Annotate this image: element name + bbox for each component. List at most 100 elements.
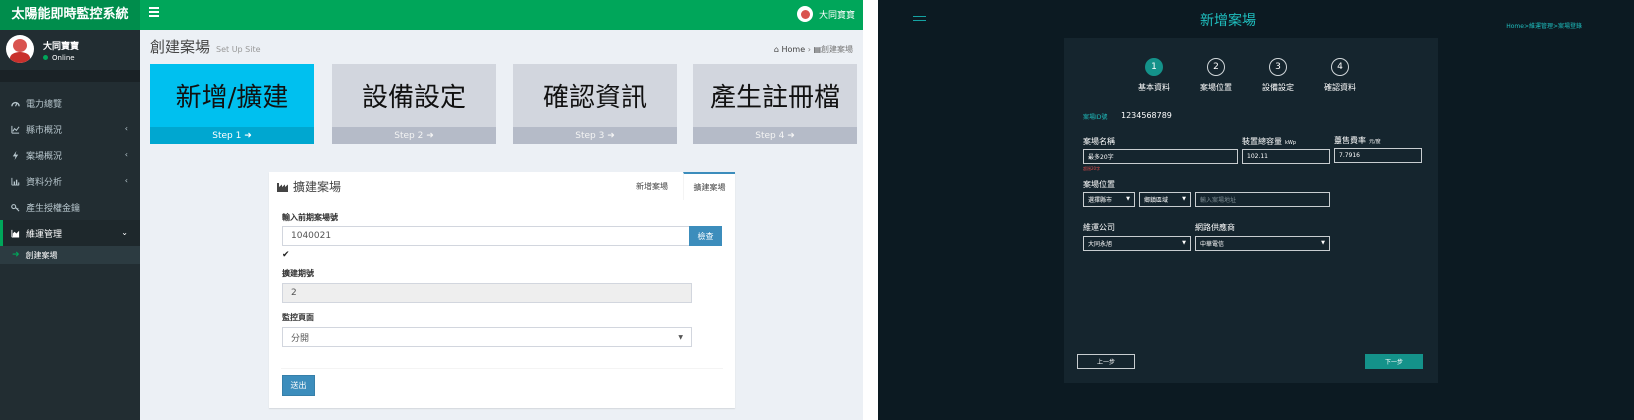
rate-input[interactable]: 7.7916 bbox=[1334, 148, 1422, 163]
step-box-3[interactable]: 確認資訊 Step 3 ➜ bbox=[513, 64, 677, 144]
step-indicator-3[interactable]: 3 設備設定 bbox=[1248, 58, 1308, 93]
maint-select-value: 大同永旭 bbox=[1088, 241, 1113, 248]
step-title: 確認資訊 bbox=[513, 64, 677, 127]
user-menu-name: 大同寶寶 bbox=[818, 10, 855, 21]
line-chart-icon bbox=[11, 125, 20, 134]
brand-logo[interactable]: 太陽能即時監控系統 bbox=[0, 0, 140, 30]
page-title: 新增案場 bbox=[1200, 13, 1256, 29]
page-subtitle: Set Up Site bbox=[216, 45, 261, 54]
step-footer: Step 4 ➜ bbox=[693, 127, 857, 144]
capacity-label-text: 裝置總容量 bbox=[1242, 137, 1282, 146]
rate-label: 躉售費率 元/度 bbox=[1334, 135, 1381, 146]
capacity-unit: kWp bbox=[1285, 140, 1297, 146]
home-icon: ⌂ bbox=[773, 45, 779, 54]
chevron-left-icon: ‹ bbox=[124, 124, 128, 133]
isp-select[interactable]: 中華電信 ▼ bbox=[1195, 236, 1330, 251]
sidebar-subitem-create-site[interactable]: ➜ 創建案場 bbox=[0, 246, 140, 264]
step-footer: Step 1 ➜ bbox=[150, 127, 314, 144]
sidebar-item-label: 維運管理 bbox=[26, 229, 63, 240]
sidebar-subitem-label: 創建案場 bbox=[25, 250, 58, 260]
capacity-label: 裝置總容量 kWp bbox=[1242, 136, 1296, 147]
step-label: 確認資料 bbox=[1324, 83, 1356, 92]
caret-down-icon: ▼ bbox=[1321, 240, 1325, 246]
step-circle: 1 bbox=[1145, 58, 1163, 76]
tab-expand-site[interactable]: 擴建案場 bbox=[683, 172, 735, 200]
step-label: 案場位置 bbox=[1200, 83, 1232, 92]
sidebar-item-maintenance[interactable]: 維運管理 ⌄ bbox=[0, 220, 140, 246]
county-select[interactable]: 選擇縣市 ▼ bbox=[1083, 192, 1135, 207]
sidebar-item-label: 產生授權金鑰 bbox=[26, 203, 81, 214]
monitor-select[interactable]: 分開 ▼ bbox=[282, 327, 692, 347]
prev-step-button[interactable]: 上一步 bbox=[1077, 354, 1135, 369]
capacity-input[interactable]: 102.11 bbox=[1242, 149, 1330, 164]
breadcrumb-current: 創建案場 bbox=[821, 45, 853, 54]
admin-screen: 太陽能即時監控系統 大同寶寶 大同寶寶 Online 電力總覽 縣市概況 ‹ 案… bbox=[0, 0, 863, 420]
rate-unit: 元/度 bbox=[1369, 139, 1381, 145]
breadcrumb: ⌂ Home › ▤創建案場 bbox=[774, 44, 853, 55]
maint-label: 維運公司 bbox=[1083, 223, 1115, 232]
phase-input[interactable]: 2 bbox=[282, 283, 692, 303]
tab-new-site[interactable]: 新增案場 bbox=[621, 172, 683, 200]
user-panel-name: 大同寶寶 bbox=[43, 42, 80, 52]
dark-screen: 新增案場 Home>維運管理>案場登錄 1 基本資料 2 案場位置 3 設備設定… bbox=[878, 0, 1634, 420]
location-label: 案場位置 bbox=[1083, 180, 1115, 189]
panel-title: 擴建案場 bbox=[276, 178, 341, 195]
online-status-text: Online bbox=[52, 54, 75, 62]
top-navbar: 太陽能即時監控系統 大同寶寶 bbox=[0, 0, 863, 30]
divider bbox=[281, 368, 723, 369]
phase-label: 擴建期號 bbox=[282, 269, 314, 278]
online-status: Online bbox=[43, 54, 75, 62]
page-title: 創建案場 Set Up Site bbox=[150, 36, 261, 57]
step-box-2[interactable]: 設備設定 Step 2 ➜ bbox=[332, 64, 496, 144]
sidebar-item-county-overview[interactable]: 縣市概況 ‹ bbox=[0, 116, 140, 142]
sidebar-item-site-overview[interactable]: 案場概況 ‹ bbox=[0, 142, 140, 168]
maint-select[interactable]: 大同永旭 ▼ bbox=[1083, 236, 1191, 251]
chevron-left-icon: ‹ bbox=[124, 176, 128, 185]
breadcrumb[interactable]: Home>維運管理>案場登錄 bbox=[1506, 21, 1582, 30]
step-title: 設備設定 bbox=[332, 64, 496, 127]
sidebar-item-label: 資料分析 bbox=[26, 177, 63, 188]
caret-down-icon: ▼ bbox=[678, 334, 683, 341]
site-id-value: 1234568789 bbox=[1121, 111, 1172, 120]
step-label: 基本資料 bbox=[1138, 83, 1170, 92]
check-button[interactable]: 檢查 bbox=[689, 226, 722, 246]
rate-label-text: 躉售費率 bbox=[1334, 136, 1366, 145]
step-title: 新增/擴建 bbox=[150, 64, 314, 127]
sidebar-item-power-overview[interactable]: 電力總覽 bbox=[0, 90, 140, 116]
panel-title-text: 擴建案場 bbox=[293, 180, 342, 194]
step-footer: Step 3 ➜ bbox=[513, 127, 677, 144]
prev-site-input[interactable]: 1040021 bbox=[282, 226, 692, 246]
sidebar-item-label: 電力總覽 bbox=[26, 99, 63, 110]
district-select[interactable]: 鄉鎮區域 ▼ bbox=[1139, 192, 1191, 207]
step-indicator-4[interactable]: 4 確認資料 bbox=[1310, 58, 1370, 93]
site-name-input[interactable]: 最多20字 bbox=[1083, 149, 1238, 164]
submit-button[interactable]: 送出 bbox=[282, 375, 315, 396]
county-select-value: 選擇縣市 bbox=[1088, 197, 1113, 204]
sidebar-item-data-analysis[interactable]: 資料分析 ‹ bbox=[0, 168, 140, 194]
step-indicator-2[interactable]: 2 案場位置 bbox=[1186, 58, 1246, 93]
next-step-button[interactable]: 下一步 bbox=[1365, 354, 1423, 369]
user-menu[interactable]: 大同寶寶 bbox=[796, 6, 855, 22]
step-circle: 2 bbox=[1207, 58, 1225, 76]
sidebar: 大同寶寶 Online 電力總覽 縣市概況 ‹ 案場概況 ‹ 資料分析 ‹ 產生… bbox=[0, 30, 140, 420]
sidebar-divider bbox=[0, 70, 140, 82]
site-name-error: 超過20字 bbox=[1083, 166, 1101, 171]
expand-site-panel: 擴建案場 新增案場 擴建案場 輸入前期案場號 1040021 檢查 ✔ 擴建期號… bbox=[269, 172, 735, 408]
district-select-value: 鄉鎮區域 bbox=[1144, 197, 1169, 204]
caret-down-icon: ▼ bbox=[1182, 196, 1186, 202]
isp-select-value: 中華電信 bbox=[1200, 241, 1225, 248]
step-title: 產生註冊檔 bbox=[693, 64, 857, 127]
step-box-1[interactable]: 新增/擴建 Step 1 ➜ bbox=[150, 64, 314, 144]
sidebar-toggle-icon[interactable] bbox=[149, 7, 159, 17]
address-input[interactable]: 輸入案場地址 bbox=[1195, 192, 1330, 207]
key-icon bbox=[11, 203, 20, 211]
step-indicator-1[interactable]: 1 基本資料 bbox=[1124, 58, 1184, 93]
sidebar-item-license-key[interactable]: 產生授權金鑰 bbox=[0, 194, 140, 220]
caret-down-icon: ▼ bbox=[1182, 240, 1186, 246]
breadcrumb-home[interactable]: Home bbox=[782, 45, 806, 54]
factory-icon bbox=[277, 182, 288, 192]
step-box-4[interactable]: 產生註冊檔 Step 4 ➜ bbox=[693, 64, 857, 144]
isp-label: 網路供應商 bbox=[1195, 223, 1235, 232]
site-name-label: 案場名稱 bbox=[1083, 137, 1115, 146]
monitor-select-value: 分開 bbox=[291, 333, 310, 344]
